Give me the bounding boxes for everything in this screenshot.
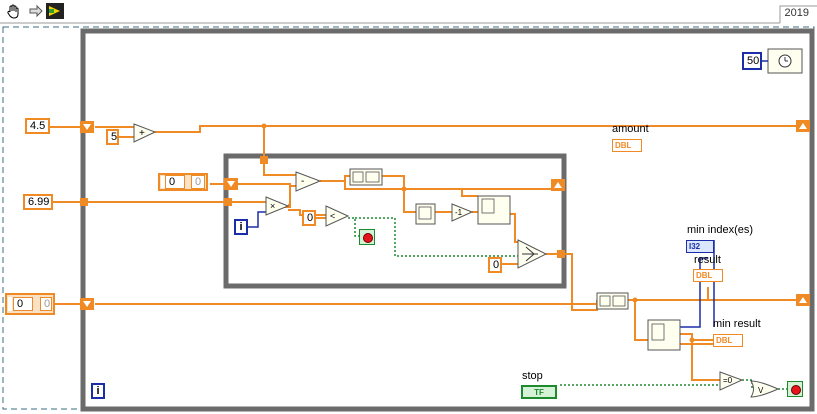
left-value[interactable]: 0 [13,297,33,311]
constant-6-99[interactable]: 6.99 [23,194,53,210]
outer-iteration-terminal: i [91,383,105,399]
spin-value-2: 0 [191,175,205,189]
numeric-control-left[interactable]: 0 0 [5,293,55,315]
label-amount: amount [612,123,649,135]
label-min-index: min index(es) [687,224,754,236]
stop-circle-inner-icon [359,229,375,245]
label-stop: stop [522,370,543,382]
svg-text:V: V [758,386,764,395]
inner-iteration-terminal: i [234,219,248,235]
svg-text:+: + [139,128,145,139]
constant-50[interactable]: 50 [742,52,762,70]
svg-text:-1: -1 [455,208,463,217]
label-min-result: min result [713,318,761,330]
svg-text:×: × [270,201,275,211]
label-result: result [694,254,721,266]
control-stop[interactable]: TF [521,385,557,399]
block-diagram-canvas: + - × < -1 =0 V [0,5,817,412]
svg-text:=0: =0 [723,376,733,385]
constant-0-select[interactable]: 0 [488,257,502,273]
constant-4-5[interactable]: 4.5 [25,118,50,134]
svg-text:-: - [301,176,304,187]
constant-0-compare[interactable]: 0 [302,210,316,226]
indicator-min-index[interactable]: I32 [686,240,714,253]
indicator-amount[interactable]: DBL [612,139,642,152]
stop-circle-outer-icon [787,381,803,397]
svg-text:<: < [330,211,335,221]
indicator-result[interactable]: DBL [693,269,723,282]
spin-value[interactable]: 0 [165,175,185,189]
indicator-min-result[interactable]: DBL [713,334,743,347]
numeric-control-spin[interactable]: 0 0 [158,173,208,191]
constant-5[interactable]: 5 [106,129,119,145]
left-value-2: 0 [40,297,52,311]
